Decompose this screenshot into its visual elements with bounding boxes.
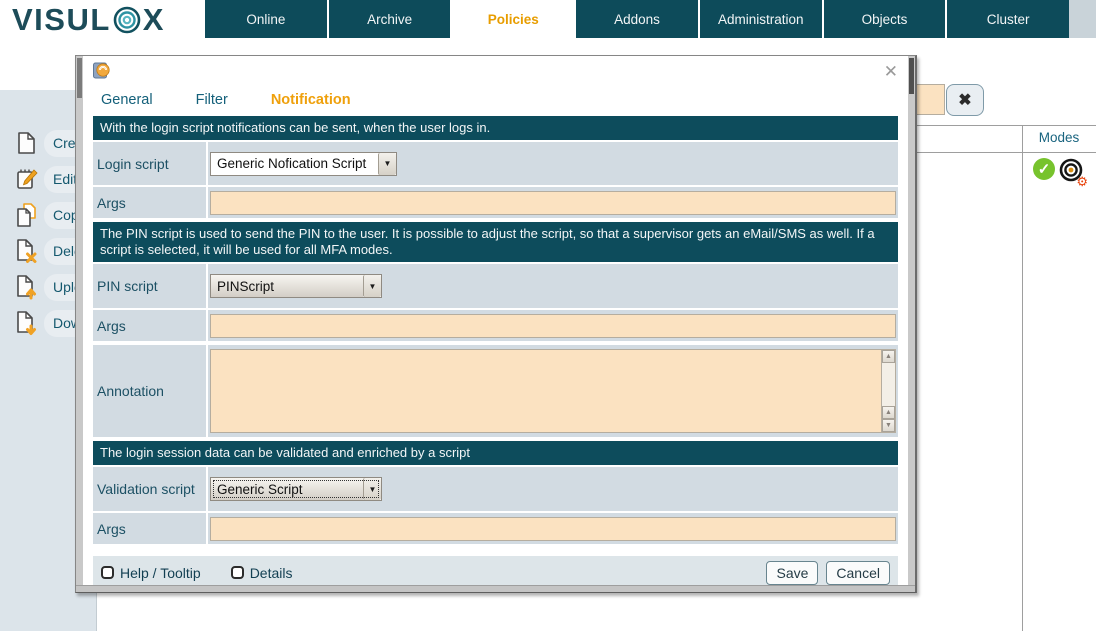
login-args-input[interactable] xyxy=(210,191,896,215)
validation-script-value: Generic Script xyxy=(211,478,363,500)
scrollbar-thumb[interactable] xyxy=(77,58,82,98)
chevron-down-icon: ▼ xyxy=(363,275,381,297)
dialog-tab-bar: General Filter Notification xyxy=(93,92,898,108)
close-icon[interactable]: ✕ xyxy=(884,62,898,82)
validation-script-select[interactable]: Generic Script ▼ xyxy=(210,477,382,501)
help-tooltip-checkbox[interactable]: Help / Tooltip xyxy=(101,565,201,581)
pin-script-row: PIN script PINScript ▼ xyxy=(93,264,898,308)
validation-script-label: Validation script xyxy=(93,467,206,511)
section-header-login-script: With the login script notifications can … xyxy=(93,116,898,140)
table-column-divider xyxy=(1022,125,1023,631)
dialog-right-scrollbar xyxy=(908,56,915,585)
scrollbar-thumb[interactable] xyxy=(909,58,914,94)
annotation-row: Annotation ▲ ▲ ▼ xyxy=(93,345,898,437)
save-button[interactable]: Save xyxy=(766,561,818,585)
logo-text-left: VISUL xyxy=(12,2,111,38)
document-upload-icon[interactable] xyxy=(13,274,39,300)
login-args-label: Args xyxy=(93,187,206,218)
notification-dialog: ✕ General Filter Notification With the l… xyxy=(75,55,917,593)
mfa-target-gear-icon: ⚙ xyxy=(1059,158,1085,184)
checkbox-icon[interactable] xyxy=(231,566,244,579)
details-label: Details xyxy=(250,565,293,581)
notification-script-icon xyxy=(93,66,110,83)
validation-args-row: Args xyxy=(93,513,898,544)
document-download-icon[interactable] xyxy=(13,310,39,336)
visulox-logo: VISUL X xyxy=(12,2,165,38)
nav-tab-objects[interactable]: Objects xyxy=(824,0,946,38)
pin-args-input[interactable] xyxy=(210,314,896,338)
nav-tab-administration[interactable]: Administration xyxy=(700,0,822,38)
clear-filter-button[interactable]: ✖ xyxy=(946,84,984,116)
pin-script-label: PIN script xyxy=(93,264,206,308)
login-script-label: Login script xyxy=(93,142,206,185)
scroll-up-icon[interactable]: ▲ xyxy=(882,406,895,419)
logo-text-right: X xyxy=(143,2,165,38)
scroll-down-icon[interactable]: ▼ xyxy=(882,419,895,432)
document-edit-icon[interactable] xyxy=(13,166,39,192)
validation-script-row: Validation script Generic Script ▼ xyxy=(93,467,898,511)
help-tooltip-label: Help / Tooltip xyxy=(120,565,201,581)
details-checkbox[interactable]: Details xyxy=(231,565,293,581)
nav-tab-archive[interactable]: Archive xyxy=(329,0,451,38)
section-header-pin-script: The PIN script is used to send the PIN t… xyxy=(93,222,898,262)
document-copy-icon[interactable] xyxy=(13,202,39,228)
pin-args-label: Args xyxy=(93,310,206,341)
target-logo-icon xyxy=(112,5,142,35)
dialog-buttons: Save Cancel xyxy=(766,561,890,585)
dialog-left-scrollbar xyxy=(76,56,83,585)
nav-tab-bar: Online Archive Policies Addons Administr… xyxy=(203,0,1069,38)
validation-args-input[interactable] xyxy=(210,517,896,541)
document-delete-icon[interactable] xyxy=(13,238,39,264)
tab-notification[interactable]: Notification xyxy=(271,92,351,108)
enabled-check-icon: ✓ xyxy=(1033,158,1055,180)
login-script-row: Login script Generic Nofication Script ▼ xyxy=(93,142,898,185)
table-column-header-modes: Modes xyxy=(1022,130,1096,150)
nav-tab-cluster[interactable]: Cluster xyxy=(947,0,1069,38)
tab-filter[interactable]: Filter xyxy=(196,92,228,108)
nav-tab-online[interactable]: Online xyxy=(205,0,327,38)
login-args-row: Args xyxy=(93,187,898,218)
chevron-down-icon: ▼ xyxy=(378,153,396,175)
cancel-button[interactable]: Cancel xyxy=(826,561,890,585)
validation-args-label: Args xyxy=(93,513,206,544)
chevron-down-icon: ▼ xyxy=(363,478,381,500)
document-new-icon[interactable] xyxy=(13,130,39,156)
nav-tab-policies[interactable]: Policies xyxy=(452,0,574,38)
annotation-textarea-wrap: ▲ ▲ ▼ xyxy=(210,349,896,433)
top-nav: VISUL X Online Archive Policies Addons A… xyxy=(0,0,1096,38)
login-script-value: Generic Nofication Script xyxy=(211,153,378,175)
page: VISUL X Online Archive Policies Addons A… xyxy=(0,0,1096,631)
annotation-scrollbar: ▲ ▲ ▼ xyxy=(881,350,895,432)
nav-corner-stub xyxy=(1069,0,1096,38)
dialog-content: ✕ General Filter Notification With the l… xyxy=(83,56,908,585)
pin-script-value: PINScript xyxy=(211,275,363,297)
pin-args-row: Args xyxy=(93,310,898,341)
dialog-header: ✕ General Filter Notification xyxy=(93,56,898,116)
section-header-validation-script: The login session data can be validated … xyxy=(93,441,898,465)
login-script-select[interactable]: Generic Nofication Script ▼ xyxy=(210,152,397,176)
dialog-bottom-frame xyxy=(76,585,915,592)
scroll-up-icon[interactable]: ▲ xyxy=(882,350,895,363)
pin-script-select[interactable]: PINScript ▼ xyxy=(210,274,382,298)
nav-tab-addons[interactable]: Addons xyxy=(576,0,698,38)
dialog-footer: Help / Tooltip Details Save Cancel xyxy=(93,556,898,585)
annotation-textarea[interactable] xyxy=(211,350,881,432)
tab-general[interactable]: General xyxy=(101,92,153,108)
gear-icon: ⚙ xyxy=(1076,175,1088,188)
table-row-mode-icons: ✓ ⚙ xyxy=(1033,158,1085,184)
annotation-label: Annotation xyxy=(93,345,206,437)
checkbox-icon[interactable] xyxy=(101,566,114,579)
